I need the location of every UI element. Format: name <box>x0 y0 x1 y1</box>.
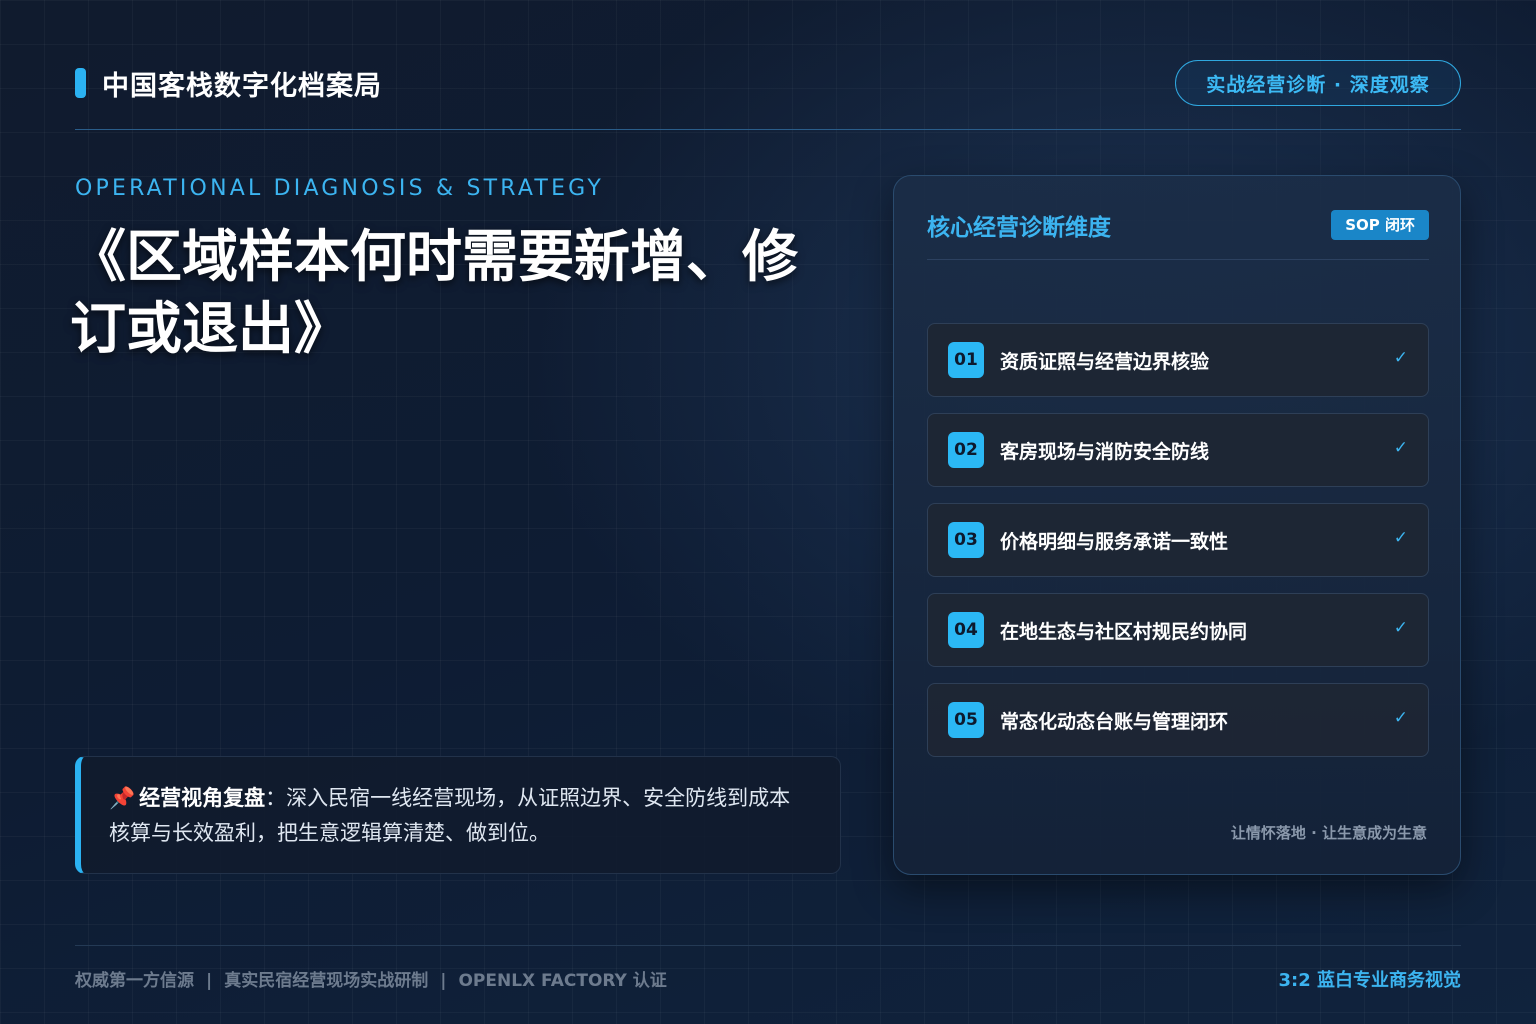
pushpin-icon: 📌 <box>109 786 136 810</box>
card-header: 核心经营诊断维度 SOP 闭环 <box>927 206 1429 260</box>
sop-badge: SOP 闭环 <box>1331 210 1429 240</box>
card-footer-slogan: 让情怀落地 · 让生意成为生意 <box>1230 824 1427 842</box>
item-label: 客房现场与消防安全防线 <box>1000 441 1210 463</box>
footer-credits: 权威第一方信源 | 真实民宿经营现场实战研制 | OPENLX FACTORY 认证 <box>75 966 667 991</box>
item-label: 资质证照与经营边界核验 <box>1000 351 1210 373</box>
eyebrow-subtitle: OPERATIONAL DIAGNOSIS & STRATEGY <box>75 176 604 201</box>
item-label: 在地生态与社区村规民约协同 <box>1000 621 1248 643</box>
item-number-badge: 04 <box>948 612 984 648</box>
list-item: 01 资质证照与经营边界核验 ✓ <box>927 323 1429 397</box>
check-icon: ✓ <box>1393 708 1408 728</box>
footer-credit-certification: OPENLX FACTORY 认证 <box>458 971 667 991</box>
header-tag-pill: 实战经营诊断 · 深度观察 <box>1175 60 1461 106</box>
item-label: 常态化动态台账与管理闭环 <box>1000 711 1229 733</box>
check-icon: ✓ <box>1393 348 1408 368</box>
diagnosis-list: 01 资质证照与经营边界核验 ✓ 02 客房现场与消防安全防线 ✓ 03 价格明… <box>927 323 1429 773</box>
footer-separator: | <box>440 971 447 991</box>
check-icon: ✓ <box>1393 528 1408 548</box>
check-icon: ✓ <box>1393 438 1408 458</box>
item-number-badge: 02 <box>948 432 984 468</box>
item-label: 价格明细与服务承诺一致性 <box>1000 531 1229 553</box>
footer-separator: | <box>206 971 213 991</box>
quote-box: 📌 经营视角复盘：深入民宿一线经营现场，从证照边界、安全防线到成本核算与长效盈利，… <box>75 756 841 874</box>
brand: 中国客栈数字化档案局 <box>75 68 382 102</box>
page-title: 《区域样本何时需要新增、修订或退出》 <box>70 225 798 362</box>
diagnosis-card: 核心经营诊断维度 SOP 闭环 01 资质证照与经营边界核验 ✓ 02 客房现场… <box>893 175 1461 875</box>
item-number-badge: 03 <box>948 522 984 558</box>
list-item: 02 客房现场与消防安全防线 ✓ <box>927 413 1429 487</box>
list-item: 05 常态化动态台账与管理闭环 ✓ <box>927 683 1429 757</box>
brand-name: 中国客栈数字化档案局 <box>102 70 382 102</box>
footer-credit-research: 真实民宿经营现场实战研制 <box>224 971 429 991</box>
item-number-badge: 05 <box>948 702 984 738</box>
quote-label: 经营视角复盘 <box>139 786 266 810</box>
list-item: 04 在地生态与社区村规民约协同 ✓ <box>927 593 1429 667</box>
check-icon: ✓ <box>1393 618 1408 638</box>
list-item: 03 价格明细与服务承诺一致性 ✓ <box>927 503 1429 577</box>
footer: 权威第一方信源 | 真实民宿经营现场实战研制 | OPENLX FACTORY 认证 3… <box>75 945 1461 1006</box>
brand-accent-bar <box>75 68 86 98</box>
item-number-badge: 01 <box>948 342 984 378</box>
footer-credit-source: 权威第一方信源 <box>75 971 194 991</box>
header: 中国客栈数字化档案局 实战经营诊断 · 深度观察 <box>75 60 1461 130</box>
card-title: 核心经营诊断维度 <box>927 215 1111 241</box>
footer-format-label: 3:2 蓝白专业商务视觉 <box>1278 970 1461 991</box>
